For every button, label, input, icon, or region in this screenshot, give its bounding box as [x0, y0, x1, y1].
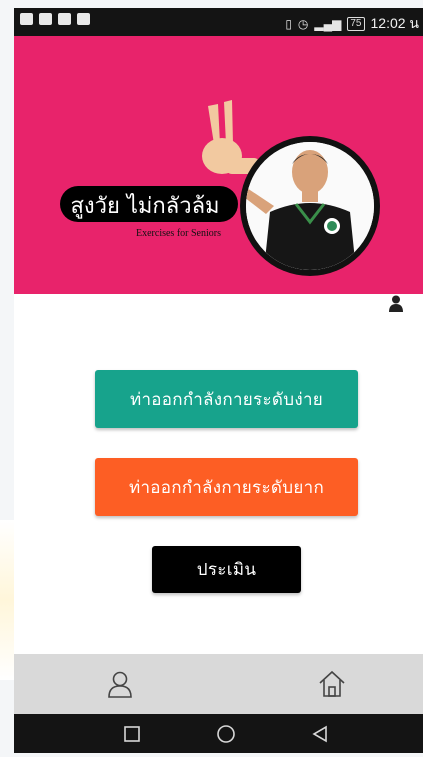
android-nav-bar — [14, 714, 423, 753]
easy-exercise-button[interactable]: ท่าออกกำลังกายระดับง่าย — [95, 370, 358, 428]
mail-icon — [77, 13, 90, 25]
senior-portrait — [240, 136, 380, 276]
alarm-icon: ◷ — [297, 17, 309, 31]
triangle-back-icon[interactable] — [310, 724, 330, 744]
square-icon[interactable] — [122, 724, 142, 744]
user-outline-icon[interactable] — [104, 668, 136, 700]
clock: 12:02 น — [370, 15, 420, 31]
app-title-pill: สูงวัย ไม่กลัวล้ม — [60, 186, 238, 222]
senior-figure-illustration — [246, 142, 374, 270]
notification-icons — [20, 13, 90, 25]
circle-icon[interactable] — [216, 724, 236, 744]
battery-indicator: 75 — [347, 17, 365, 31]
bottom-navigation — [14, 654, 423, 714]
side-glow — [0, 520, 14, 680]
home-icon[interactable] — [316, 668, 348, 700]
phone-screen: ▯ ◷ ▂▄▆ 75 12:02 น สูงวัย ไม่กลัวล้ม Exe… — [14, 8, 423, 753]
vibrate-icon: ▯ — [285, 17, 292, 31]
twitter-icon — [20, 13, 33, 25]
header-banner: สูงวัย ไม่กลัวล้ม Exercises for Seniors — [14, 36, 423, 294]
facebook-icon — [39, 13, 52, 25]
hard-exercise-button[interactable]: ท่าออกกำลังกายระดับยาก — [95, 458, 358, 516]
status-bar: ▯ ◷ ▂▄▆ 75 12:02 น — [14, 8, 423, 36]
person-icon[interactable] — [386, 294, 406, 314]
app-title: สูงวัย ไม่กลัวล้ม — [70, 194, 220, 219]
system-icons: ▯ ◷ ▂▄▆ 75 12:02 น — [285, 13, 419, 35]
signal-icon: ▂▄▆ — [314, 17, 342, 31]
evaluate-button[interactable]: ประเมิน — [152, 546, 301, 593]
app-subtitle: Exercises for Seniors — [136, 228, 221, 239]
gallery-icon — [58, 13, 71, 25]
